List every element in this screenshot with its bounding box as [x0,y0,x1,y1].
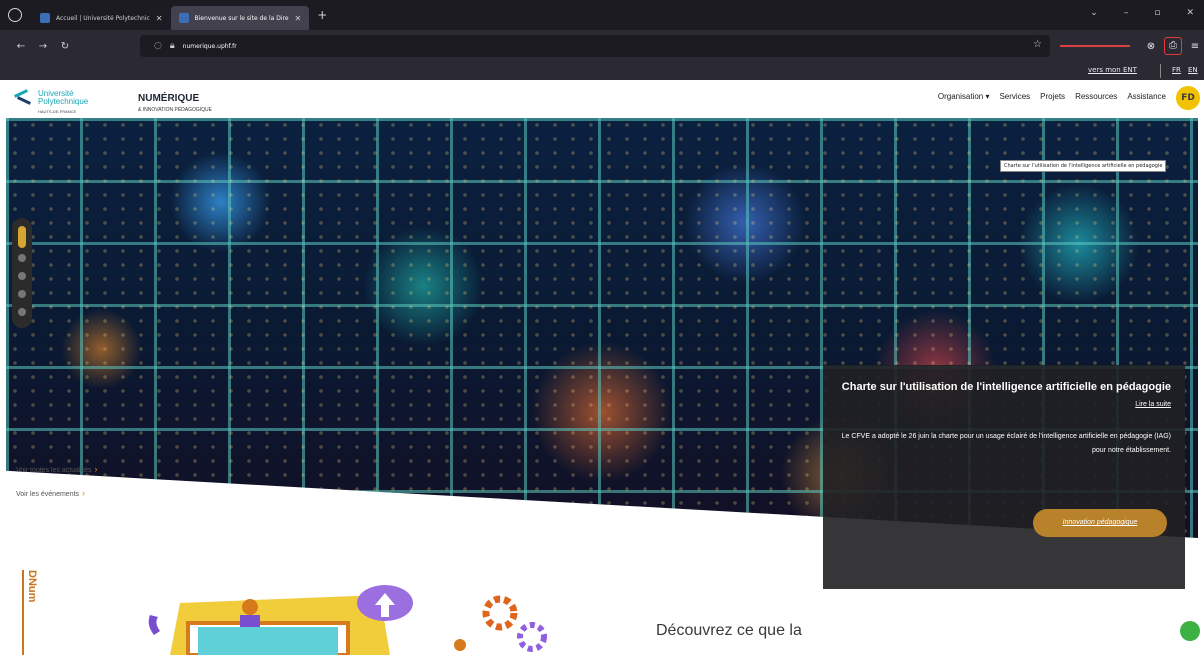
red-annotation-line [1060,45,1130,47]
all-news-label: Voir toutes les actualités [16,467,92,474]
gear-icon [482,595,518,631]
all-news-link[interactable]: Voir toutes les actualités › [16,464,98,474]
save-to-pocket-icon[interactable]: ⎙ [1164,37,1182,55]
illustration [148,585,547,655]
phone-icon [148,615,160,635]
ent-link[interactable]: vers mon ENT [1088,66,1137,74]
gear-icon [517,622,547,652]
url-text: numerique.uphf.fr [182,42,237,50]
logo-sub: HAUTS-DE-FRANCE [38,109,77,114]
slider-dot[interactable] [18,254,26,262]
main-menu: Organisation ▾ Services Projets Ressourc… [938,92,1166,101]
browser-nav-bar: ← → ↻ ◌ 🔒︎ numerique.uphf.fr ☆ ⊗ ⎙ ≡ [0,30,1204,62]
section-heading: Découvrez ce que la [656,622,802,639]
minimize-icon[interactable]: – [1124,8,1129,18]
tab-label: Bienvenue sur le site de la Dire [194,14,289,22]
uphf-logo-icon [14,90,32,106]
laptop-display [198,627,338,655]
events-link[interactable]: Voir les événements › [16,488,85,498]
close-tab-icon[interactable]: ✕ [156,14,163,23]
slider-dot-active[interactable] [18,226,26,248]
bookmark-star-icon[interactable]: ☆ [1033,39,1042,50]
menu-item-projets[interactable]: Projets [1040,92,1065,101]
news-body: Le CFVE a adopté le 26 juin la charte po… [841,433,1171,454]
site-header: Université Polytechnique HAUTS-DE-FRANCE… [0,80,1204,118]
logo-line2: Polytechnique [38,97,89,106]
url-bar[interactable]: ◌ 🔒︎ numerique.uphf.fr ☆ [140,35,1050,57]
brand-subtitle: & INNOVATION PÉDAGOGIQUE [138,107,212,113]
person-head-icon [242,599,258,615]
slider-dot[interactable] [18,272,26,280]
slider-dot[interactable] [18,308,26,316]
tag-button[interactable]: Innovation pédagogique [1033,509,1167,537]
news-title: Charte sur l'utilisation de l'intelligen… [841,381,1171,393]
menu-icon[interactable]: ≡ [1186,41,1204,52]
menu-item-assistance[interactable]: Assistance [1127,92,1166,101]
extension-icon[interactable]: ⊗ [1142,41,1160,52]
dnum-label: DNum [22,570,38,655]
chevron-right-icon: › [94,464,98,474]
firefox-view-icon[interactable] [8,8,22,22]
status-dot-icon[interactable] [1180,621,1200,641]
lang-fr-link[interactable]: FR [1172,66,1181,74]
close-tab-icon[interactable]: ✕ [295,14,302,23]
slider-dot[interactable] [18,290,26,298]
page: Accueil | Université Polytechnic ✕ Bienv… [0,0,1204,655]
menu-item-services[interactable]: Services [999,92,1030,101]
reload-icon[interactable]: ↻ [54,41,76,52]
lock-icon[interactable]: 🔒︎ [170,41,175,51]
menu-item-organisation[interactable]: Organisation ▾ [938,92,990,101]
chevron-right-icon: › [82,488,86,498]
lang-en-link[interactable]: EN [1188,66,1198,74]
back-icon[interactable]: ← [10,41,32,52]
forward-icon[interactable]: → [32,41,54,52]
slider-pagination [12,218,32,328]
divider [1160,64,1161,78]
browser-tab-bar: Accueil | Université Polytechnic ✕ Bienv… [0,0,1204,30]
list-tabs-icon[interactable]: ⌄ [1090,8,1098,18]
menu-item-ressources[interactable]: Ressources [1075,92,1117,101]
new-tab-button[interactable]: + [317,8,327,22]
tab-label: Accueil | Université Polytechnic [56,14,150,22]
toolbar-right: ⊗ ⎙ ≡ [1060,30,1204,62]
favicon-icon [40,13,50,23]
utility-bar: vers mon ENT FR EN [0,62,1204,80]
person-body-icon [240,615,260,627]
shield-icon[interactable]: ◌ [154,41,162,51]
brand-title: NUMÉRIQUE [138,93,200,104]
news-card: Charte sur l'utilisation de l'intelligen… [823,365,1185,589]
dnum-text: DNum [26,570,38,603]
maximize-icon[interactable]: ▫ [1154,8,1160,18]
read-more-link[interactable]: Lire la suite [837,401,1171,408]
close-window-icon[interactable]: ✕ [1186,8,1194,18]
favicon-icon [178,13,189,23]
events-label: Voir les événements [16,491,80,498]
person-small-icon [454,639,466,651]
logo-text: Université Polytechnique HAUTS-DE-FRANCE [38,90,88,116]
tab-accueil[interactable]: Accueil | Université Polytechnic ✕ [32,6,171,30]
window-controls: ⌄ – ▫ ✕ [1090,8,1194,18]
hero-tooltip: Charte sur l'utilisation de l'intelligen… [1000,160,1167,172]
site-brand[interactable]: NUMÉRIQUE & INNOVATION PÉDAGOGIQUE [138,88,212,113]
university-logo[interactable]: Université Polytechnique HAUTS-DE-FRANCE [14,90,88,116]
accessibility-icon[interactable]: FD [1176,86,1200,110]
tab-bienvenue[interactable]: Bienvenue sur le site de la Dire ✕ [170,6,310,30]
